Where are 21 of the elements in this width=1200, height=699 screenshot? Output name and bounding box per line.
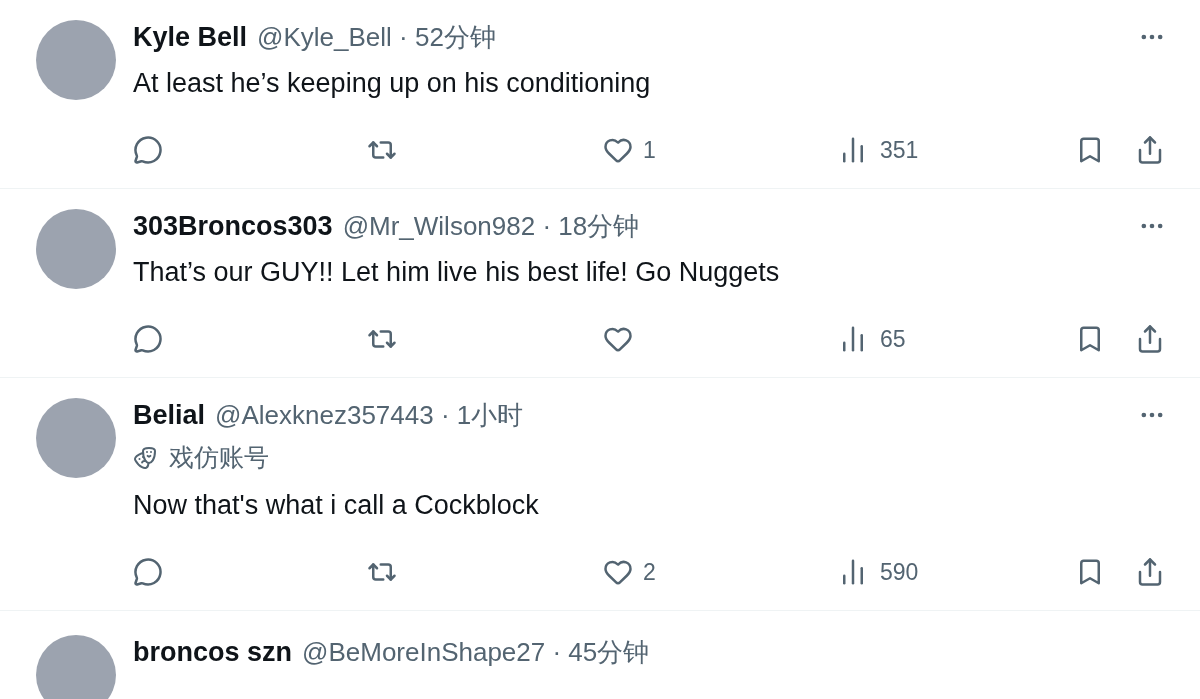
user-name[interactable]: 303Broncos303 — [133, 205, 333, 247]
views-count: 351 — [880, 135, 919, 165]
tweet-text: That’s our GUY!! Let him live his best life! Go Nuggets — [133, 256, 781, 289]
parody-label: 戏仿账号 — [169, 442, 269, 474]
reply-icon[interactable] — [133, 557, 163, 587]
theater-mask-icon — [133, 446, 157, 470]
user-name[interactable]: Belial — [133, 394, 206, 436]
tweet-text: Now that's what i call a Cockblock — [133, 489, 540, 522]
views-count: 590 — [880, 557, 919, 587]
tweet-text: At least he’s keeping up on his conditioning — [133, 67, 652, 100]
handle-and-time: @BeMoreInShape27 · 45分钟 — [302, 635, 650, 669]
handle-and-time: @Alexknez357443 · 1小时 — [215, 398, 524, 432]
reply-icon[interactable] — [133, 135, 163, 165]
views-count: 65 — [880, 324, 906, 354]
user-name[interactable]: broncos szn — [133, 631, 293, 673]
handle-and-time: @Kyle_Bell · 52分钟 — [257, 20, 496, 54]
reply-icon[interactable] — [133, 324, 163, 354]
like-count: 1 — [643, 135, 656, 165]
user-name[interactable]: Kyle Bell — [133, 16, 248, 58]
handle-and-time: @Mr_Wilson982 · 18分钟 — [342, 209, 640, 243]
like-count: 2 — [643, 557, 656, 587]
